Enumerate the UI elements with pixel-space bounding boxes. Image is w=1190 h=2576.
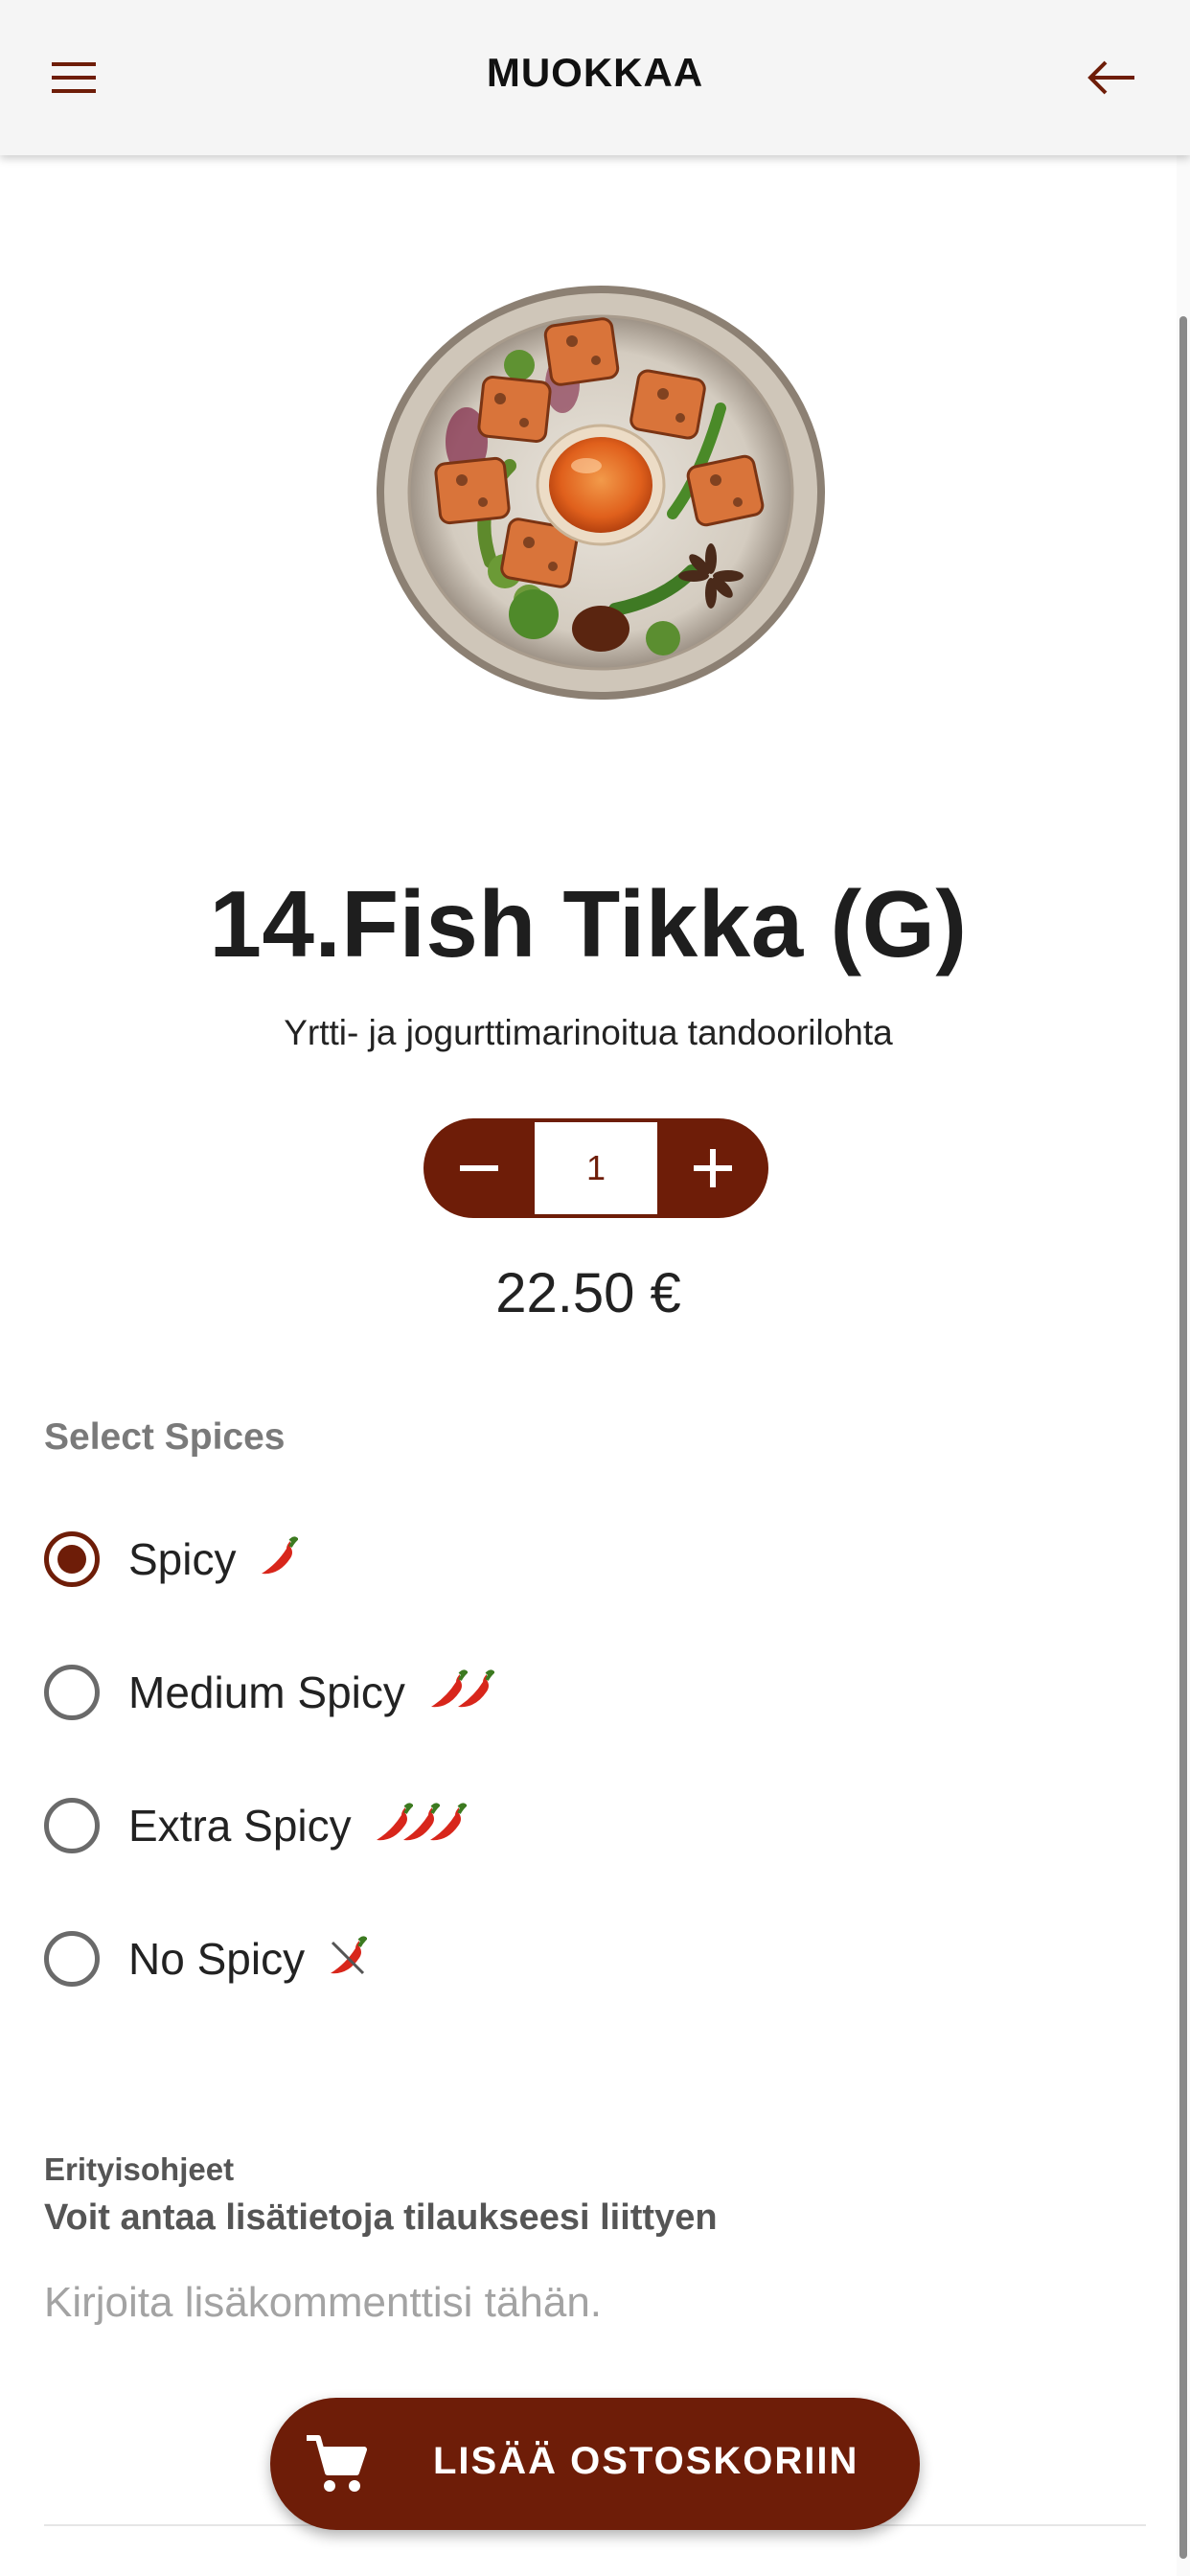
add-to-cart-button[interactable]: LISÄÄ OSTOSKORIIN [270, 2398, 920, 2530]
scrollbar-thumb[interactable] [1179, 316, 1187, 2559]
chili-icons [373, 1802, 468, 1846]
scrollbar[interactable] [1177, 155, 1190, 2576]
product-price: 22.50 € [495, 1262, 681, 1324]
add-to-cart-label: LISÄÄ OSTOSKORIIN [433, 2440, 859, 2482]
spice-option-text: No Spicy [128, 1934, 306, 1984]
shopping-cart-icon [307, 2435, 367, 2492]
spice-option-text: Extra Spicy [128, 1801, 352, 1851]
spice-options: Spicy Medium Spicy Extra Spicy No Spicy [44, 1531, 1146, 2064]
spice-option-spicy[interactable]: Spicy [44, 1531, 1146, 1665]
back-button[interactable] [1077, 42, 1148, 113]
product-description: Yrtti- ja jogurttimarinoitua tandooriloh… [284, 1013, 893, 1052]
radio-button[interactable] [44, 1531, 100, 1587]
special-instructions-input[interactable] [44, 2269, 1146, 2336]
decrease-quantity-button[interactable] [423, 1118, 535, 1218]
spice-option-label: Medium Spicy [128, 1665, 494, 1720]
chili-icons [258, 1535, 299, 1579]
spice-option-label: Spicy [128, 1531, 299, 1587]
spice-option-text: Medium Spicy [128, 1668, 405, 1717]
special-instructions-subtitle: Voit antaa lisätietoja tilaukseesi liitt… [44, 2197, 718, 2238]
spice-option-medium[interactable]: Medium Spicy [44, 1665, 1146, 1798]
chili-icons [427, 1668, 494, 1713]
page-title: MUOKKAA [486, 50, 704, 95]
product-name: 14.Fish Tikka (G) [209, 871, 968, 977]
spice-option-extra[interactable]: Extra Spicy [44, 1798, 1146, 1931]
chili-icons [327, 1935, 367, 1979]
chili-pepper-icon [457, 1669, 494, 1708]
radio-button[interactable] [44, 1798, 100, 1853]
app-header: MUOKKAA [0, 0, 1190, 155]
no-chili-icon [330, 1936, 367, 1974]
arrow-left-icon [1087, 60, 1134, 95]
spices-section-label: Select Spices [44, 1416, 286, 1458]
spice-option-label: Extra Spicy [128, 1798, 468, 1853]
product-edit-screen: MUOKKAA 14.Fish Tikka (G) Yrtti- ja jogu… [0, 0, 1190, 2576]
quantity-value[interactable]: 1 [535, 1122, 657, 1214]
minus-icon [460, 1165, 498, 1171]
increase-quantity-button[interactable] [657, 1118, 768, 1218]
spice-option-none[interactable]: No Spicy [44, 1931, 1146, 2064]
chili-pepper-icon [430, 1803, 468, 1841]
radio-button[interactable] [44, 1665, 100, 1720]
dish-image [377, 286, 825, 700]
special-instructions-title: Erityisohjeet [44, 2151, 235, 2187]
spice-option-label: No Spicy [128, 1931, 367, 1987]
chili-pepper-icon [262, 1536, 299, 1575]
quantity-stepper: 1 [423, 1118, 768, 1218]
plus-icon [694, 1149, 732, 1187]
radio-button[interactable] [44, 1931, 100, 1987]
spice-option-text: Spicy [128, 1534, 237, 1584]
